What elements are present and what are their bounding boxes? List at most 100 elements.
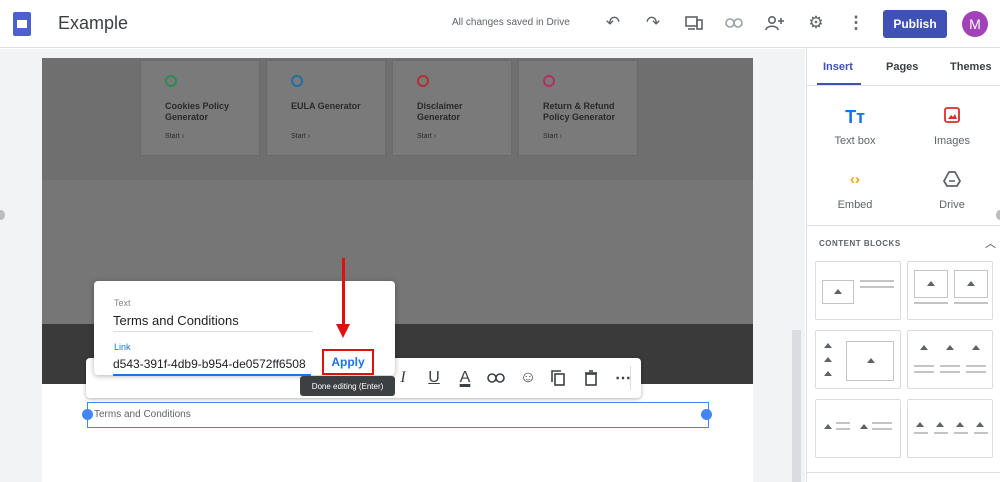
italic-button[interactable]: I [392, 367, 414, 389]
insert-drive[interactable]: Drive [907, 171, 997, 211]
mountain-icon [834, 289, 842, 294]
panel-divider [807, 472, 1000, 473]
content-block-two-images[interactable] [907, 261, 993, 320]
mountain-icon [956, 422, 964, 427]
done-editing-tooltip: Done editing (Enter) [300, 376, 395, 396]
mountain-icon [916, 422, 924, 427]
undo-icon[interactable]: ↶ [603, 13, 623, 33]
block-line [914, 371, 934, 373]
block-line [872, 422, 892, 424]
policy-card: Cookies Policy Generator Start › [140, 60, 260, 156]
text-field-underline [113, 331, 313, 332]
redo-icon[interactable]: ↷ [643, 13, 663, 33]
policy-card: EULA Generator Start › [266, 60, 386, 156]
mountain-icon [824, 357, 832, 362]
share-add-person-icon[interactable] [765, 13, 785, 33]
block-line [914, 302, 948, 304]
insert-link-icon[interactable] [485, 367, 507, 389]
block-line [836, 422, 850, 424]
card-title: Cookies Policy Generator [165, 101, 230, 122]
mountain-icon [860, 424, 868, 429]
insert-item-label: Drive [939, 199, 965, 211]
insert-embed[interactable]: ‹› Embed [810, 171, 900, 211]
selected-text-box[interactable]: Terms and Conditions [87, 402, 709, 428]
active-tab-indicator [817, 83, 861, 85]
block-line [860, 286, 894, 288]
block-line [836, 428, 850, 430]
block-line [872, 428, 892, 430]
resize-handle-right[interactable] [701, 409, 712, 420]
card-start-link: Start › [165, 133, 185, 140]
card-title: Disclaimer Generator [417, 101, 463, 122]
disclaimer-alert-icon [417, 75, 429, 87]
more-horiz-icon[interactable]: ⋯ [612, 367, 634, 389]
right-panel: Insert Pages Themes Tт Text box Images ‹… [806, 49, 1000, 482]
insert-images[interactable]: Images [907, 107, 997, 147]
mountain-icon [824, 371, 832, 376]
mountain-icon [824, 343, 832, 348]
tab-pages[interactable]: Pages [886, 61, 918, 73]
text-color-button[interactable]: A [454, 367, 476, 389]
card-title: Return & Refund Policy Generator [543, 101, 616, 122]
block-line [860, 280, 894, 282]
document-title[interactable]: Example [58, 13, 128, 34]
mountain-icon [920, 345, 928, 350]
mountain-icon [972, 345, 980, 350]
tab-insert[interactable]: Insert [823, 61, 853, 73]
block-line [966, 371, 986, 373]
card-title: EULA Generator [291, 101, 361, 111]
mountain-icon [976, 422, 984, 427]
block-image-thumb [954, 270, 988, 298]
content-blocks-title: CONTENT BLOCKS [819, 239, 901, 248]
publish-button[interactable]: Publish [883, 10, 947, 38]
mountain-icon [936, 422, 944, 427]
emoji-icon[interactable]: ☺ [517, 367, 539, 389]
card-start-link: Start › [291, 133, 311, 140]
link-url-input[interactable] [113, 354, 311, 376]
more-vert-icon[interactable]: ⋮ [846, 13, 866, 33]
embed-icon: ‹› [850, 171, 860, 188]
link-field-label: Link [114, 342, 131, 352]
duplicate-icon[interactable] [547, 367, 569, 389]
mountain-icon [824, 424, 832, 429]
settings-gear-icon[interactable]: ⚙ [806, 13, 826, 33]
card-start-link: Start › [543, 133, 563, 140]
link-icon[interactable] [724, 13, 744, 33]
mountain-icon [867, 358, 875, 363]
insert-item-label: Text box [834, 135, 876, 147]
policy-card: Disclaimer Generator Start › [392, 60, 512, 156]
save-status: All changes saved in Drive [452, 17, 570, 28]
block-line [934, 432, 948, 434]
drive-icon [907, 171, 997, 195]
content-block-four-icons[interactable] [907, 399, 993, 458]
content-block-three-images[interactable] [907, 330, 993, 389]
resize-handle-left[interactable] [82, 409, 93, 420]
block-image-thumb [914, 270, 948, 298]
content-block-icon-list[interactable] [815, 399, 901, 458]
underline-button[interactable]: U [423, 367, 445, 389]
annotation-arrow-head-icon [336, 324, 350, 338]
card-start-link: Start › [417, 133, 437, 140]
canvas-scrollbar[interactable] [792, 330, 801, 482]
tab-bar-divider [807, 85, 1000, 86]
text-box-content[interactable]: Terms and Conditions [94, 409, 191, 420]
block-line [914, 432, 928, 434]
sites-app-icon[interactable] [13, 12, 31, 36]
cookie-policy-icon [165, 75, 177, 87]
avatar[interactable]: M [962, 11, 988, 37]
preview-devices-icon[interactable] [684, 13, 704, 33]
tab-themes[interactable]: Themes [950, 61, 992, 73]
annotation-arrow [342, 258, 345, 326]
block-line [974, 432, 988, 434]
content-block-image-grid[interactable] [815, 330, 901, 389]
apply-button[interactable]: Apply [322, 349, 374, 375]
block-line [940, 371, 960, 373]
chevron-up-icon[interactable]: ︿ [985, 235, 996, 251]
block-image-thumb [846, 341, 894, 381]
content-block-image-left[interactable] [815, 261, 901, 320]
panel-divider [807, 225, 1000, 226]
insert-text-box[interactable]: Tт Text box [810, 107, 900, 147]
images-icon [907, 107, 997, 131]
link-text-field[interactable]: Terms and Conditions [113, 313, 313, 328]
delete-trash-icon[interactable] [580, 367, 602, 389]
